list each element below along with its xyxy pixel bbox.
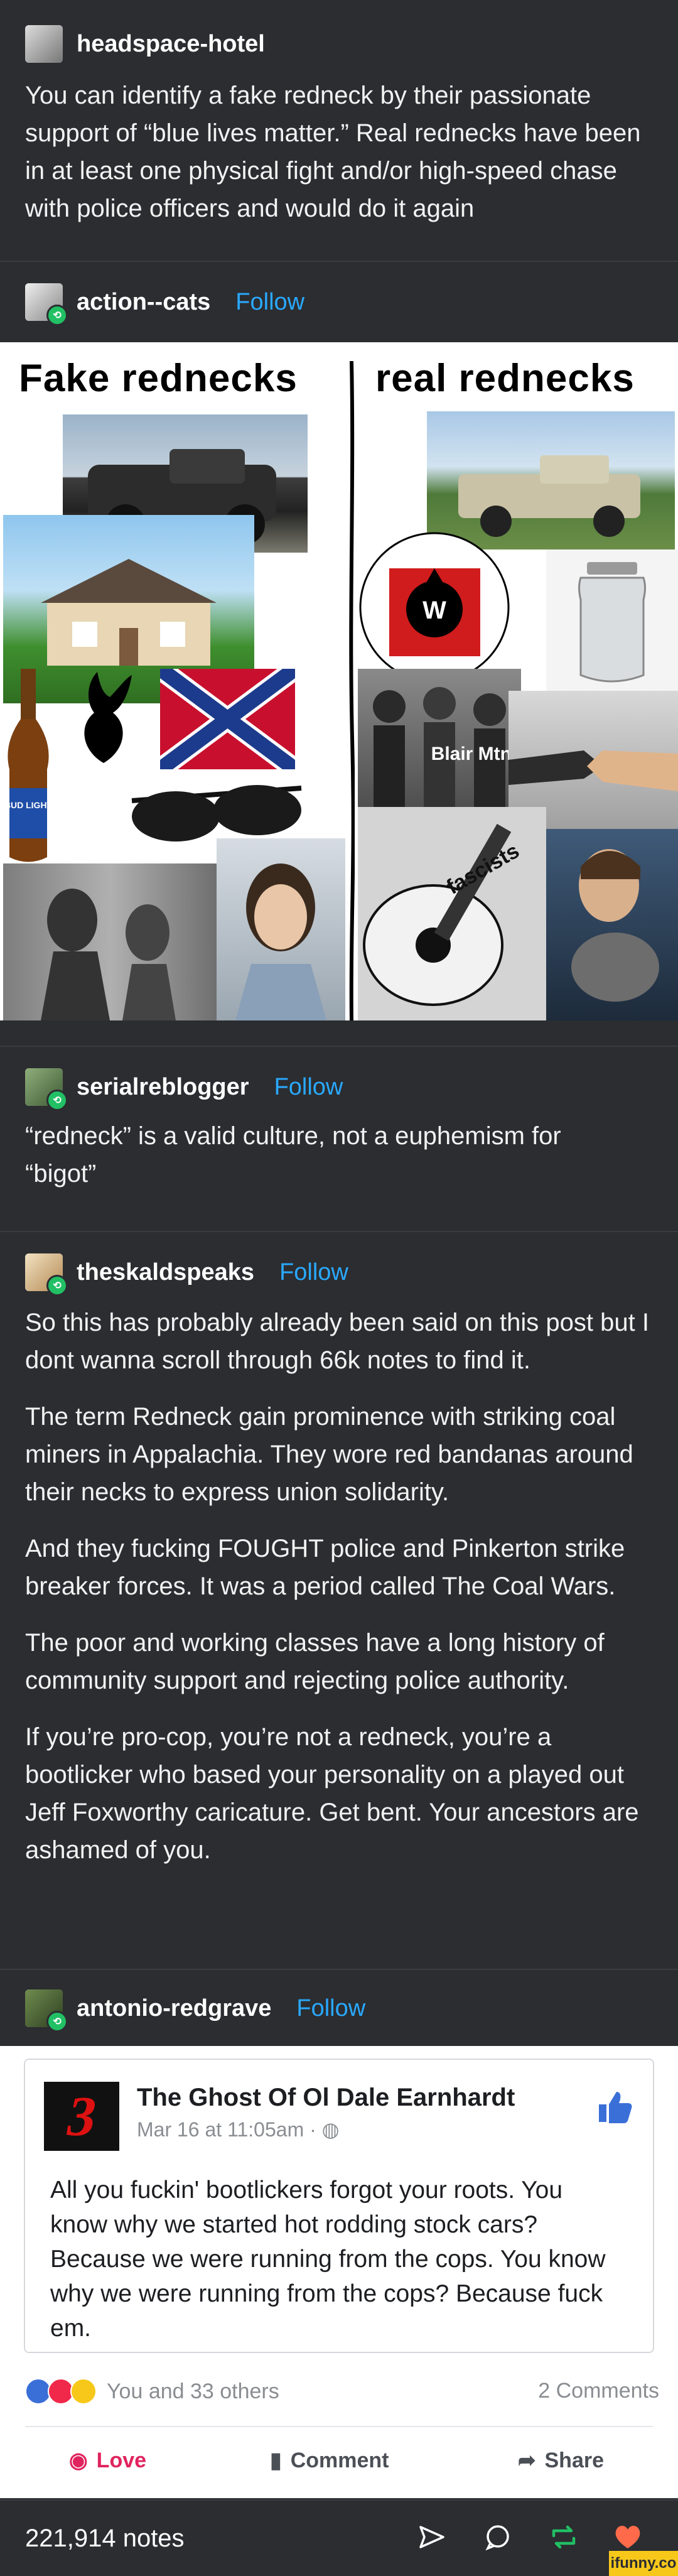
avatar[interactable]: ⟲: [25, 1068, 68, 1111]
reply-icon[interactable]: [480, 2519, 515, 2555]
post-serialreblogger: ⟲ serialreblogger Follow “redneck” is a …: [0, 1046, 678, 1211]
girl-photo: [217, 838, 345, 1020]
love-icon: ◉: [69, 2449, 88, 2472]
post-headspace-hotel: headspace-hotel You can identify a fake …: [0, 0, 678, 246]
confederate-flag: [153, 660, 302, 778]
facebook-post-screenshot: 3 The Ghost Of Ol Dale Earnhardt Mar 16 …: [0, 2046, 678, 2498]
post-action-cats: ⟲ action--cats Follow: [0, 261, 678, 342]
fake-rednecks-heading: Fake rednecks: [19, 357, 298, 400]
blair-mtn-label: Blair Mtn.: [431, 744, 517, 764]
avatar[interactable]: ⟲: [25, 1253, 68, 1296]
post-paragraph: The term Redneck gain prominence with st…: [25, 1403, 633, 1506]
starter-pack-image: Fake rednecks real rednecks BUD LIGHT W …: [0, 342, 678, 1020]
post-paragraph: The poor and working classes have a long…: [25, 1629, 605, 1694]
heart-icon[interactable]: [610, 2519, 645, 2555]
avatar[interactable]: ⟲: [25, 283, 68, 326]
beer-bottle-photo: BUD LIGHT: [3, 669, 53, 863]
share-button[interactable]: ➦ Share: [518, 2442, 604, 2479]
reblog-icon: ⟲: [46, 305, 68, 326]
username[interactable]: serialreblogger: [77, 1074, 249, 1101]
share-icon: ➦: [518, 2449, 536, 2472]
avatar[interactable]: ⟲: [25, 1989, 68, 2032]
tumblr-post-page: headspace-hotel You can identify a fake …: [0, 0, 678, 2576]
post-text: You can identify a fake redneck by their…: [25, 82, 641, 222]
page-logo: 3: [44, 2082, 119, 2151]
globe-icon: ◍: [321, 2118, 340, 2141]
post-paragraph: And they fucking FOUGHT police and Pinke…: [25, 1535, 625, 1600]
mason-jar-photo: [546, 549, 678, 694]
username[interactable]: headspace-hotel: [77, 31, 265, 58]
reblog-icon: ⟲: [46, 1275, 68, 1296]
follow-button[interactable]: Follow: [235, 289, 304, 316]
ifunny-watermark: ifunny.co: [609, 2551, 678, 2576]
man-with-cat-photo: [546, 829, 678, 1020]
reactions-count: You and 33 others: [107, 2379, 279, 2403]
guitar-label: fascists: [443, 839, 524, 899]
divider: [25, 2426, 653, 2427]
post-paragraph: So this has probably already been said o…: [25, 1309, 649, 1374]
iww-logo: W: [358, 531, 512, 685]
share-icon[interactable]: [414, 2519, 449, 2555]
post-theskaldspeaks: ⟲ theskaldspeaks Follow So this has prob…: [0, 1231, 678, 1888]
facebook-card: 3 The Ghost Of Ol Dale Earnhardt Mar 16 …: [24, 2059, 654, 2353]
beer-label: BUD LIGHT: [4, 800, 53, 810]
follow-button[interactable]: Follow: [274, 1074, 343, 1101]
shadow-silhouette-photo: [3, 863, 217, 1020]
follow-button[interactable]: Follow: [279, 1259, 348, 1286]
post-text: All you fuckin' bootlickers forgot your …: [50, 2177, 606, 2342]
haha-reaction-icon: [70, 2378, 97, 2405]
follow-button[interactable]: Follow: [296, 1995, 365, 2022]
page-name[interactable]: The Ghost Of Ol Dale Earnhardt: [137, 2084, 515, 2112]
reblog-icon: ⟲: [46, 1090, 68, 1111]
comments-count[interactable]: 2 Comments: [538, 2379, 659, 2403]
reblog-icon[interactable]: [546, 2519, 581, 2555]
post-antonio-redgrave: ⟲ antonio-redgrave Follow: [0, 1969, 678, 2047]
reactions-row[interactable]: You and 33 others: [25, 2373, 279, 2410]
post-text: “redneck” is a valid culture, not a euph…: [25, 1122, 561, 1188]
reblog-icon: ⟲: [46, 2011, 68, 2032]
guitar-photo: fascists: [358, 807, 546, 1020]
svg-text:W: W: [422, 597, 446, 624]
username[interactable]: action--cats: [77, 289, 210, 316]
love-button[interactable]: ◉ Love: [69, 2442, 146, 2479]
buck-logo: [69, 669, 138, 769]
post-date: Mar 16 at 11:05am ·: [137, 2118, 322, 2141]
real-rednecks-heading: real rednecks: [375, 357, 635, 400]
post-paragraph: If you’re pro-cop, you’re not a redneck,…: [25, 1723, 639, 1864]
comment-icon: ▮: [270, 2449, 282, 2472]
old-truck-photo: [427, 411, 675, 549]
miners-photo: Blair Mtn.: [358, 669, 521, 807]
username[interactable]: theskaldspeaks: [77, 1259, 254, 1286]
notes-count[interactable]: 221,914 notes: [25, 2525, 185, 2553]
avatar[interactable]: [25, 25, 63, 63]
post-footer: 221,914 notes ifunny.co: [0, 2499, 678, 2576]
comment-button[interactable]: ▮ Comment: [270, 2442, 389, 2479]
username[interactable]: antonio-redgrave: [77, 1995, 271, 2022]
divider-line: [349, 361, 355, 1020]
like-icon[interactable]: [596, 2088, 634, 2126]
